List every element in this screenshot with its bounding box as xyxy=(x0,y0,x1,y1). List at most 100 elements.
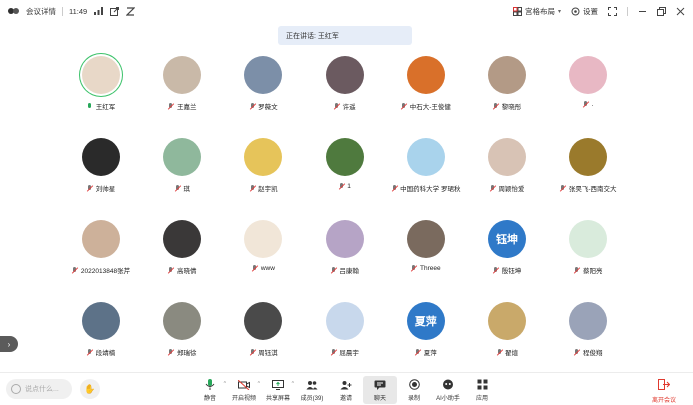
participant-name: 刘帅星 xyxy=(95,186,116,193)
apps-button[interactable]: 应用 xyxy=(465,376,499,404)
screen-share-icon xyxy=(272,379,284,390)
title-right-group: 宫格布局 ▾ 设置 xyxy=(512,0,685,22)
participant-tile[interactable]: 1 xyxy=(304,138,386,190)
caret-up-icon[interactable]: ^ xyxy=(292,381,294,387)
chat-input[interactable]: 说点什么... xyxy=(6,379,72,399)
restore-button[interactable] xyxy=(657,6,666,16)
chat-placeholder: 说点什么... xyxy=(25,386,59,393)
microphone-muted-icon xyxy=(493,102,499,110)
meeting-controls: 静音 ^ 开启视频 ^ 共享屏幕 ^ 成员(39) 邀请 聊天 录制 AI小助手 应用 xyxy=(193,376,499,404)
participant-tile[interactable]: 翟煊 xyxy=(466,302,548,357)
participant-tile[interactable]: 段靖楠 xyxy=(60,302,142,357)
participant-tile[interactable]: 周钰淇 xyxy=(222,302,304,357)
avatar xyxy=(325,56,364,94)
tool-label: 录制 xyxy=(407,396,420,402)
participant-tile[interactable]: 王红军 xyxy=(60,56,142,111)
tool-label: 静音 xyxy=(203,396,216,402)
participant-tile[interactable]: 周颖怡爱 xyxy=(466,138,548,193)
avatar xyxy=(163,138,202,176)
settings-button[interactable]: 设置 xyxy=(571,6,598,17)
participant-name-row: 周钰淇 xyxy=(222,347,304,357)
members-button[interactable]: 成员(39) xyxy=(295,376,329,404)
participant-name-row: 黎晓彤 xyxy=(466,101,548,111)
avatar xyxy=(82,138,120,176)
participant-tile[interactable]: 中国药科大学 罗珺秋 xyxy=(385,138,467,193)
avatar xyxy=(325,220,364,258)
avatar xyxy=(244,302,283,340)
participant-tile[interactable]: . xyxy=(547,56,629,108)
participant-name: 中国药科大学 罗珺秋 xyxy=(400,186,461,193)
restore-icon xyxy=(657,6,666,16)
tool-label: 聊天 xyxy=(373,396,386,402)
participant-tile[interactable]: 赵宇凯 xyxy=(222,138,304,193)
avatar: 钰坤 xyxy=(488,220,526,258)
close-button[interactable] xyxy=(676,7,685,16)
participant-tile[interactable]: 高晓倩 xyxy=(141,220,223,275)
ai-assistant-button[interactable]: AI小助手 xyxy=(431,376,465,404)
expand-sidebar-button[interactable]: › xyxy=(0,336,18,352)
participant-tile[interactable]: 中石大-王俊健 xyxy=(385,56,467,111)
participant-name: 王红军 xyxy=(95,104,116,111)
microphone-button[interactable]: 静音 ^ xyxy=(193,376,227,404)
avatar xyxy=(82,220,120,258)
tool-label: 应用 xyxy=(475,396,488,402)
participant-name: 殷钰坤 xyxy=(501,268,522,275)
record-button[interactable]: 录制 xyxy=(397,376,431,404)
participant-name-row: 殷钰坤 xyxy=(466,265,548,275)
minimize-button[interactable] xyxy=(638,7,647,16)
participant-name: 许遥 xyxy=(342,104,356,111)
participant-tile[interactable]: 罗薇文 xyxy=(222,56,304,111)
microphone-icon xyxy=(204,379,216,390)
participant-tile[interactable]: 钰坤殷钰坤 xyxy=(466,220,548,275)
layout-switcher[interactable]: 宫格布局 ▾ xyxy=(512,6,561,17)
microphone-muted-icon xyxy=(330,266,336,274)
record-indicator-icon xyxy=(125,6,135,16)
participant-tile[interactable]: 郑瑞徐 xyxy=(141,302,223,357)
caret-up-icon[interactable]: ^ xyxy=(224,381,226,387)
participant-tile[interactable]: 琪 xyxy=(141,138,223,193)
participant-tile[interactable]: 许遥 xyxy=(304,56,386,111)
participant-tile[interactable]: 刘帅星 xyxy=(60,138,142,193)
tool-label: AI小助手 xyxy=(436,396,460,402)
participant-tile[interactable]: 夏萍 夏萍 xyxy=(385,302,467,357)
emoji-icon[interactable] xyxy=(11,384,21,394)
external-link-icon[interactable] xyxy=(109,6,119,16)
raise-hand-button[interactable]: ✋ xyxy=(80,379,100,399)
members-icon xyxy=(306,379,318,390)
participant-name: Threee xyxy=(419,265,441,272)
meeting-time: 11:49 xyxy=(69,6,88,16)
participant-tile[interactable]: 黎晓彤 xyxy=(466,56,548,111)
participant-tile[interactable]: 程俊翔 xyxy=(547,302,629,357)
participant-tile[interactable]: 蔡阳亮 xyxy=(547,220,629,275)
avatar xyxy=(569,220,608,258)
participant-tile[interactable]: 张昊飞-西南交大 xyxy=(547,138,629,193)
meeting-window: 会议详情 11:49 宫格布局 ▾ 设置 正在讲话: 王红军 王红军 王嘉兰 罗… xyxy=(0,0,693,405)
microphone-muted-icon xyxy=(72,266,78,274)
chevron-down-icon: ▾ xyxy=(557,8,561,15)
microphone-muted-icon xyxy=(490,184,496,192)
participant-name: 赵宇凯 xyxy=(258,186,278,193)
participant-tile[interactable]: 屈晨宇 xyxy=(304,302,386,357)
screen-share-button[interactable]: 共享屏幕 ^ xyxy=(261,376,295,404)
fullscreen-button[interactable] xyxy=(608,6,617,16)
avatar xyxy=(163,302,202,340)
participant-tile[interactable]: www xyxy=(222,220,304,272)
video-off-button[interactable]: 开启视频 ^ xyxy=(227,376,261,404)
participant-tile[interactable]: 吕康翰 xyxy=(304,220,386,275)
participant-name: 1 xyxy=(347,183,351,190)
avatar xyxy=(488,56,526,94)
microphone-muted-icon xyxy=(560,184,566,192)
meeting-details-link[interactable]: 会议详情 xyxy=(26,6,56,17)
participant-name-row: www xyxy=(222,265,304,272)
participant-tile[interactable]: 王嘉兰 xyxy=(141,56,223,111)
participant-name: 夏萍 xyxy=(423,350,437,357)
participant-tile[interactable]: Threee xyxy=(385,220,467,272)
microphone-muted-icon xyxy=(330,348,336,356)
network-icon[interactable] xyxy=(93,6,103,16)
participant-tile[interactable]: 2022013848张芹 xyxy=(60,220,142,275)
leave-meeting-button[interactable]: 离开会议 xyxy=(647,376,681,404)
invite-button[interactable]: 邀请 xyxy=(329,376,363,404)
chat-button[interactable]: 聊天 xyxy=(363,376,397,404)
caret-up-icon[interactable]: ^ xyxy=(258,381,260,387)
chat-icon xyxy=(374,379,386,390)
